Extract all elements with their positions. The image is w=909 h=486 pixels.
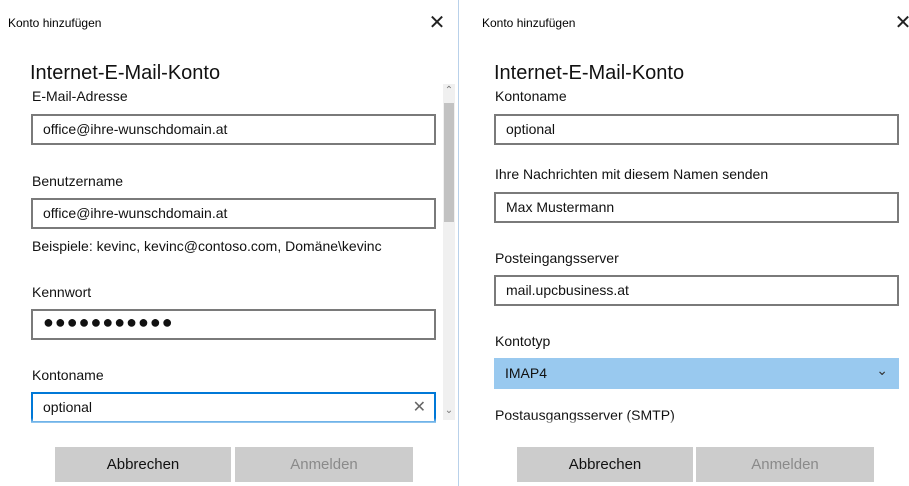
clear-icon[interactable]: ✕ [413, 397, 426, 416]
left-account-name-label: Kontoname [32, 367, 104, 383]
username-value: office@ihre-wunschdomain.at [43, 205, 228, 221]
incoming-server-label: Posteingangsserver [495, 250, 619, 266]
email-value: office@ihre-wunschdomain.at [43, 121, 228, 137]
left-signin-button[interactable]: Anmelden [235, 447, 413, 482]
left-dialog-title: Konto hinzufügen [8, 16, 102, 30]
sender-name-label: Ihre Nachrichten mit diesem Namen senden [495, 166, 769, 182]
left-content-fade [0, 418, 445, 426]
scroll-down-icon[interactable]: ⌄ [443, 404, 455, 418]
account-type-select[interactable]: IMAP4 ⌄ [494, 358, 899, 389]
scroll-up-icon[interactable]: ⌃ [443, 84, 455, 98]
sender-name-value: Max Mustermann [506, 199, 615, 215]
left-dialog-border [458, 0, 459, 486]
left-cancel-button[interactable]: Abbrechen [55, 447, 231, 482]
right-dialog-title: Konto hinzufügen [482, 16, 576, 30]
left-heading: Internet-E-Mail-Konto [30, 62, 221, 84]
password-field[interactable]: ●●●●●●●●●●● [31, 309, 436, 340]
left-close-icon[interactable]: ✕ [425, 10, 449, 34]
email-label: E-Mail-Adresse [32, 88, 128, 104]
right-signin-button[interactable]: Anmelden [696, 447, 874, 482]
right-cancel-button[interactable]: Abbrechen [517, 447, 693, 482]
right-account-name-value: optional [506, 121, 556, 137]
username-hint: Beispiele: kevinc, kevinc@contoso.com, D… [32, 238, 382, 254]
left-scrollbar[interactable]: ⌃ ⌄ [443, 84, 455, 420]
dialog-separator [455, 0, 466, 486]
right-heading: Internet-E-Mail-Konto [494, 62, 685, 84]
left-titlebar: Konto hinzufügen ✕ [0, 0, 455, 34]
right-dialog: Konto hinzufügen ✕ Internet-E-Mail-Konto… [466, 0, 909, 486]
account-type-label: Kontotyp [495, 333, 551, 349]
account-type-value: IMAP4 [505, 365, 548, 381]
right-titlebar: Konto hinzufügen ✕ [466, 0, 909, 34]
email-field[interactable]: office@ihre-wunschdomain.at [31, 114, 436, 145]
right-account-name-field[interactable]: optional [494, 114, 899, 145]
scroll-thumb[interactable] [444, 103, 454, 222]
right-account-name-label: Kontoname [495, 88, 567, 104]
username-label: Benutzername [32, 173, 124, 189]
incoming-server-field[interactable]: mail.upcbusiness.at [494, 275, 899, 306]
incoming-server-value: mail.upcbusiness.at [506, 282, 629, 298]
password-value: ●●●●●●●●●●● [43, 312, 174, 332]
sender-name-field[interactable]: Max Mustermann [494, 192, 899, 223]
username-field[interactable]: office@ihre-wunschdomain.at [31, 198, 436, 229]
right-content-mask [466, 424, 909, 442]
left-account-name-value: optional [43, 399, 93, 415]
password-label: Kennwort [32, 284, 92, 300]
left-dialog: Konto hinzufügen ✕ Internet-E-Mail-Konto… [0, 0, 455, 486]
chevron-down-icon: ⌄ [876, 363, 888, 379]
right-close-icon[interactable]: ✕ [891, 10, 909, 34]
